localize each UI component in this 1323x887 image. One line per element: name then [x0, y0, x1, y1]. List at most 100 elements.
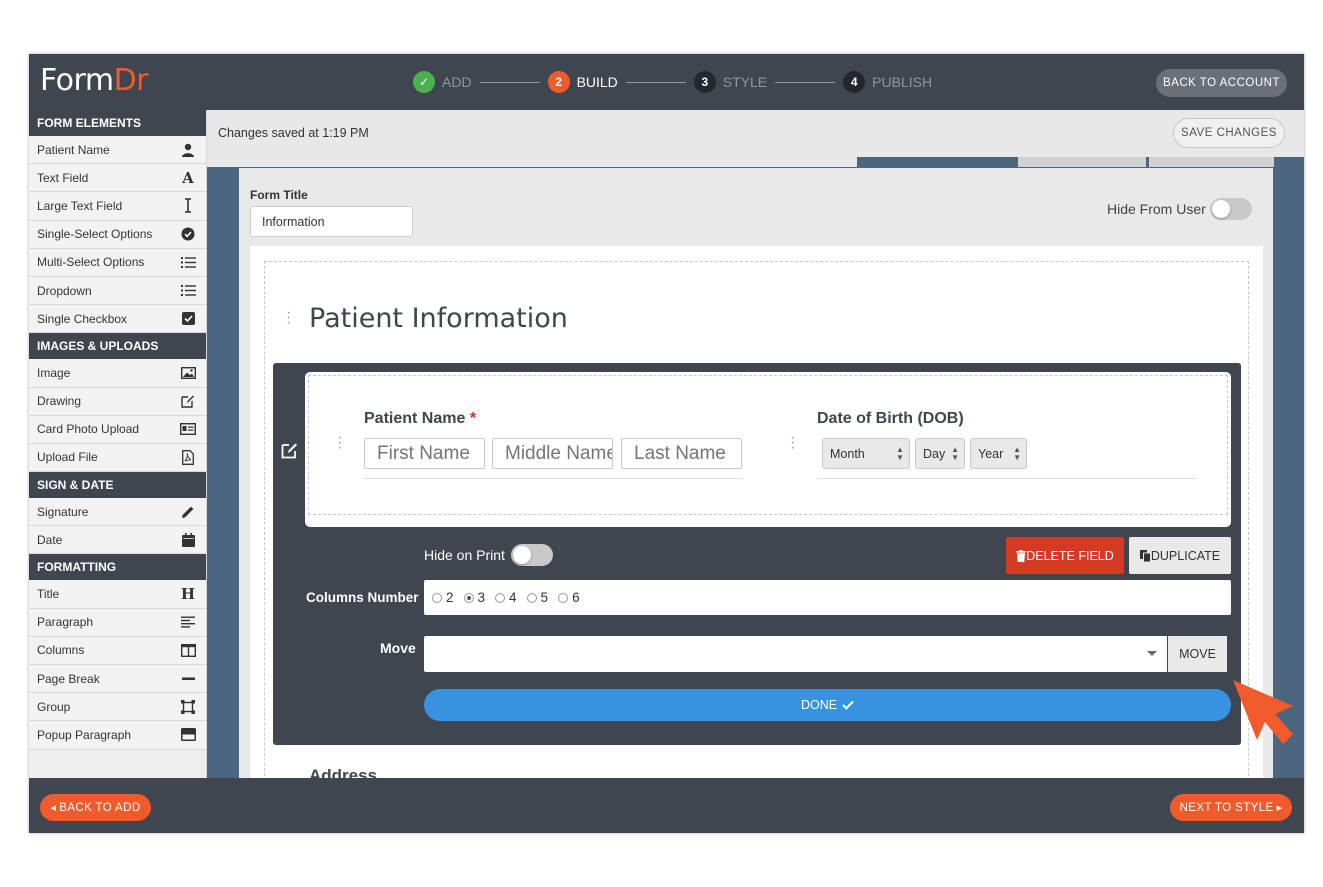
radio-button[interactable]	[463, 592, 474, 603]
edit-icon[interactable]	[281, 441, 299, 464]
sidebar-heading-images-uploads: IMAGES & UPLOADS	[29, 333, 206, 360]
sidebar-item-label: Upload File	[37, 450, 98, 465]
dob-year-select[interactable]: Year ▲ ▼	[970, 438, 1027, 469]
drag-handle-icon[interactable]: · · ·	[790, 430, 795, 456]
radio-button[interactable]	[526, 592, 537, 603]
duplicate-button[interactable]: DUPLICATE	[1129, 537, 1231, 574]
checkbox-icon	[180, 311, 196, 327]
columns-icon	[180, 642, 196, 658]
select-arrows-icon: ▲ ▼	[951, 445, 959, 462]
step-add[interactable]: ✓ ADD	[413, 71, 472, 93]
step-build[interactable]: 2 BUILD	[547, 71, 618, 93]
sidebar-item-patient-name[interactable]: Patient Name	[29, 136, 206, 165]
sidebar-item-upload-file[interactable]: Upload File	[29, 443, 206, 473]
drag-handle-icon[interactable]: · · ·	[337, 430, 342, 456]
field-underline	[817, 478, 1196, 479]
page-tab[interactable]	[207, 157, 857, 167]
save-changes-button[interactable]: SAVE CHANGES	[1173, 118, 1285, 148]
sidebar-item-card-photo-upload[interactable]: Card Photo Upload	[29, 415, 206, 444]
sidebar-heading-sign-date: SIGN & DATE	[29, 472, 206, 499]
column-option-2[interactable]: 2	[432, 590, 454, 605]
step-connector	[775, 81, 836, 83]
align-left-icon	[180, 614, 196, 630]
sidebar-heading-form-elements: FORM ELEMENTS	[29, 110, 206, 136]
page-tab[interactable]	[1018, 157, 1146, 167]
sidebar-item-label: Drawing	[37, 394, 82, 409]
form-canvas: · · · Patient Information · · · Patient Name…	[250, 246, 1263, 778]
sidebar-item-label: Image	[37, 365, 71, 380]
sidebar-item-label: Columns	[37, 643, 85, 658]
radio-button[interactable]	[432, 592, 442, 603]
sidebar-item-multi-select[interactable]: Multi-Select Options	[29, 248, 206, 277]
drag-handle-icon[interactable]: · · ·	[286, 305, 291, 331]
address-section-title: Address	[309, 766, 378, 778]
sidebar-item-label: Single-Select Options	[37, 227, 153, 242]
radio-button[interactable]	[558, 592, 569, 603]
sidebar-item-label: Popup Paragraph	[37, 727, 132, 742]
step-number: 2	[547, 71, 570, 93]
hide-from-user-toggle[interactable]	[1210, 198, 1252, 220]
sidebar-item-date[interactable]: Date	[29, 526, 206, 555]
dob-month-select[interactable]: Month ▲ ▼	[822, 438, 910, 469]
top-header: FormDr ✓ ADD 2 BUILD 3 STYLE 4 PUBLISH B…	[29, 54, 1304, 110]
save-status: Changes saved at 1:19 PM	[218, 126, 369, 140]
toggle-knob	[513, 546, 531, 564]
column-option-4[interactable]: 4	[495, 590, 517, 605]
edit-icon	[180, 393, 196, 409]
sidebar-item-columns[interactable]: Columns	[29, 636, 206, 665]
column-option-3[interactable]: 3	[463, 590, 485, 605]
columns-number-label: Columns Number	[306, 590, 419, 605]
check-circle-icon	[180, 226, 196, 242]
move-button[interactable]: MOVE	[1168, 636, 1227, 672]
done-button[interactable]: DONE	[424, 689, 1231, 721]
calendar-icon	[180, 532, 196, 548]
dob-day-select[interactable]: Day ▲ ▼	[915, 438, 965, 469]
sidebar-item-label: Multi-Select Options	[37, 255, 145, 270]
sidebar-item-label: Title	[37, 587, 60, 602]
sidebar-item-signature[interactable]: Signature	[29, 498, 206, 527]
image-icon	[180, 365, 196, 381]
sidebar-item-large-text-field[interactable]: Large Text Field	[29, 192, 206, 221]
logo: FormDr	[40, 63, 149, 98]
column-option-6[interactable]: 6	[558, 590, 580, 605]
step-label: STYLE	[722, 74, 768, 90]
radio-button[interactable]	[495, 592, 506, 603]
toggle-knob	[1212, 200, 1230, 218]
middle-name-input[interactable]	[492, 438, 613, 469]
step-publish[interactable]: 4 PUBLISH	[843, 71, 932, 93]
sidebar-item-single-checkbox[interactable]: Single Checkbox	[29, 305, 206, 334]
section-title: Patient Information	[309, 303, 568, 334]
last-name-input[interactable]	[621, 438, 742, 469]
sidebar-item-page-break[interactable]: Page Break	[29, 665, 206, 694]
back-to-account-button[interactable]: BACK TO ACCOUNT	[1156, 69, 1287, 97]
sidebar-item-label: Card Photo Upload	[37, 422, 140, 437]
delete-field-button[interactable]: DELETE FIELD	[1006, 537, 1124, 574]
hide-on-print-toggle[interactable]	[511, 544, 553, 566]
sidebar-item-image[interactable]: Image	[29, 359, 206, 388]
trash-icon	[1016, 549, 1027, 562]
sidebar-item-title[interactable]: Title H	[29, 580, 206, 609]
form-title-input[interactable]	[250, 206, 413, 237]
check-icon: ✓	[413, 71, 435, 93]
sidebar-item-text-field[interactable]: Text Field A	[29, 164, 206, 193]
sidebar-item-dropdown[interactable]: Dropdown	[29, 276, 206, 306]
sidebar-item-label: Paragraph	[37, 615, 94, 630]
form-card: Form Title Hide From User ··· Patient In…	[239, 168, 1273, 778]
step-label: ADD	[442, 74, 472, 90]
column-option-5[interactable]: 5	[526, 590, 548, 605]
back-to-add-button[interactable]: ◀ BACK TO ADD	[40, 794, 151, 821]
sidebar-item-drawing[interactable]: Drawing	[29, 387, 206, 416]
move-target-select[interactable]	[424, 636, 1167, 672]
pointer-arrow-icon	[1233, 680, 1293, 744]
form-builder-app: FormDr ✓ ADD 2 BUILD 3 STYLE 4 PUBLISH B…	[29, 54, 1304, 833]
sidebar-item-single-select[interactable]: Single-Select Options	[29, 220, 206, 249]
next-to-style-button[interactable]: NEXT TO STYLE ▶	[1170, 794, 1292, 821]
step-style[interactable]: 3 STYLE	[693, 71, 768, 93]
pencil-icon	[180, 504, 196, 520]
sidebar-item-popup-paragraph[interactable]: Popup Paragraph	[29, 721, 206, 750]
first-name-input[interactable]	[364, 438, 485, 469]
page-tab[interactable]	[1149, 157, 1274, 167]
sidebar-item-paragraph[interactable]: Paragraph	[29, 608, 206, 637]
sidebar-item-label: Text Field	[37, 170, 89, 185]
sidebar-item-group[interactable]: Group	[29, 693, 206, 722]
